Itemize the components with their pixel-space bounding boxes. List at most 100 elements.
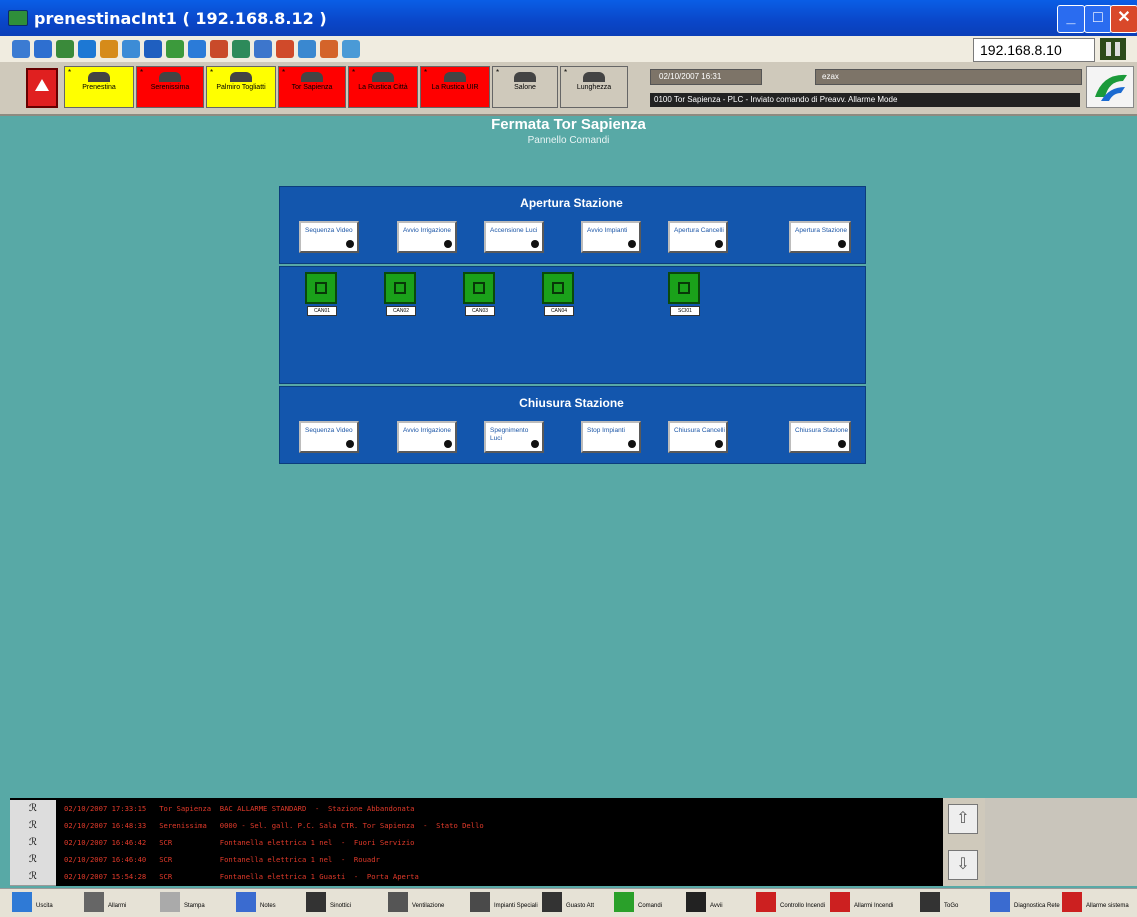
window-titlebar[interactable]: prenestinacInt1 ( 192.168.8.12 ) _ □ ✕ bbox=[0, 0, 1137, 36]
station-button[interactable]: * Palmiro Togliatti bbox=[206, 66, 276, 108]
status-dot-icon bbox=[628, 240, 636, 248]
train-icon bbox=[372, 72, 394, 82]
taskbar-button[interactable]: Avvii bbox=[686, 890, 752, 914]
taskbar-button[interactable]: Diagnostica Rete bbox=[990, 890, 1060, 914]
datetime-display: 02/10/2007 16:31 bbox=[650, 69, 762, 85]
station-label: Lunghezza bbox=[576, 84, 612, 91]
train-icon bbox=[230, 72, 252, 82]
taskbar-icon bbox=[388, 892, 408, 912]
taskbar-label: Allarmi Incendi bbox=[854, 903, 894, 909]
log-row-icon: ℛ bbox=[10, 851, 56, 869]
chiusura-command-button[interactable]: Chiusura Cancelli bbox=[668, 421, 728, 453]
sensor-icon[interactable] bbox=[668, 272, 700, 304]
tool-icon-13[interactable] bbox=[276, 40, 294, 58]
tool-icon-3[interactable] bbox=[56, 40, 74, 58]
pause-button[interactable] bbox=[1100, 38, 1126, 60]
gate-icon[interactable] bbox=[542, 272, 574, 304]
tool-icon-14[interactable] bbox=[298, 40, 316, 58]
alarm-icon[interactable] bbox=[26, 68, 58, 108]
log-row[interactable]: ℛ 02/10/2007 15:54:28 SCR Fontanella elet… bbox=[10, 868, 943, 886]
gate-icon[interactable] bbox=[384, 272, 416, 304]
train-icon bbox=[444, 72, 466, 82]
taskbar-button[interactable]: Allarmi bbox=[84, 890, 156, 914]
tool-icon-5[interactable] bbox=[100, 40, 118, 58]
apertura-command-button[interactable]: Avvio Irrigazione bbox=[397, 221, 457, 253]
taskbar-button[interactable]: Allarme sistema bbox=[1062, 890, 1129, 914]
apertura-command-button[interactable]: Accensione Luci bbox=[484, 221, 544, 253]
taskbar-label: Comandi bbox=[638, 903, 663, 909]
tool-icon-10[interactable] bbox=[210, 40, 228, 58]
log-row[interactable]: ℛ 02/10/2007 16:48:33 Serenissima 0000 - … bbox=[10, 817, 943, 835]
status-dot-icon bbox=[838, 240, 846, 248]
tool-icon-2[interactable] bbox=[34, 40, 52, 58]
gate-icon[interactable] bbox=[463, 272, 495, 304]
command-label: Apertura Stazione bbox=[795, 227, 848, 234]
taskbar-button[interactable]: Sinottici bbox=[306, 890, 384, 914]
log-side-panel bbox=[985, 798, 1137, 886]
apertura-command-button[interactable]: Apertura Stazione bbox=[789, 221, 851, 253]
tool-icon-6[interactable] bbox=[122, 40, 140, 58]
chiusura-command-button[interactable]: Stop Impianti bbox=[581, 421, 641, 453]
station-button[interactable]: * Salone bbox=[492, 66, 558, 108]
star-icon: * bbox=[210, 68, 214, 77]
taskbar-button[interactable]: Allarmi Incendi bbox=[830, 890, 916, 914]
gate-icon[interactable] bbox=[305, 272, 337, 304]
train-icon bbox=[301, 72, 323, 82]
tool-icon-1[interactable] bbox=[12, 40, 30, 58]
tool-icon-15[interactable] bbox=[320, 40, 338, 58]
log-row[interactable]: ℛ 02/10/2007 17:33:15 Tor Sapienza BAC AL… bbox=[10, 800, 943, 818]
taskbar-button[interactable]: Controllo Incendi bbox=[756, 890, 826, 914]
taskbar-button[interactable]: ToGo bbox=[920, 890, 986, 914]
apertura-command-button[interactable]: Avvio Impianti bbox=[581, 221, 641, 253]
taskbar-button[interactable]: Uscita bbox=[12, 890, 80, 914]
station-button[interactable]: * Prenestina bbox=[64, 66, 134, 108]
station-button[interactable]: * Lunghezza bbox=[560, 66, 628, 108]
taskbar-button[interactable]: Ventilazione bbox=[388, 890, 466, 914]
tool-icon-8[interactable] bbox=[166, 40, 184, 58]
chiusura-command-button[interactable]: Avvio Irrigazione bbox=[397, 421, 457, 453]
taskbar-button[interactable]: Notes bbox=[236, 890, 302, 914]
chiusura-command-button[interactable]: Sequenza Video bbox=[299, 421, 359, 453]
apertura-command-button[interactable]: Sequenza Video bbox=[299, 221, 359, 253]
page-title: Fermata Tor Sapienza bbox=[491, 116, 646, 133]
chiusura-command-button[interactable]: Chiusura Stazione bbox=[789, 421, 851, 453]
station-button[interactable]: * Tor Sapienza bbox=[278, 66, 346, 108]
log-row-text: 02/10/2007 16:46:40 SCR Fontanella elett… bbox=[64, 855, 380, 864]
tool-icon-4[interactable] bbox=[78, 40, 96, 58]
tool-icon-11[interactable] bbox=[232, 40, 250, 58]
close-button[interactable]: ✕ bbox=[1110, 5, 1137, 33]
taskbar-icon bbox=[756, 892, 776, 912]
command-label: Accensione Luci bbox=[490, 227, 538, 234]
station-button[interactable]: * La Rustica Città bbox=[348, 66, 418, 108]
taskbar-icon bbox=[1062, 892, 1082, 912]
scroll-up-button[interactable]: ⇧ bbox=[948, 804, 978, 834]
minimize-button[interactable]: _ bbox=[1057, 5, 1085, 33]
device-label: CAN02 bbox=[386, 306, 416, 316]
log-row[interactable]: ℛ 02/10/2007 16:46:42 SCR Fontanella elet… bbox=[10, 834, 943, 852]
tool-icon-9[interactable] bbox=[188, 40, 206, 58]
station-button[interactable]: * La Rustica UIR bbox=[420, 66, 490, 108]
taskbar-button[interactable]: Stampa bbox=[160, 890, 232, 914]
tool-icon-16[interactable] bbox=[342, 40, 360, 58]
scroll-down-button[interactable]: ⇩ bbox=[948, 850, 978, 880]
taskbar-button[interactable]: Guasto Att bbox=[542, 890, 610, 914]
apertura-command-button[interactable]: Apertura Cancelli bbox=[668, 221, 728, 253]
chiusura-command-button[interactable]: Spegnimento Luci bbox=[484, 421, 544, 453]
tool-icon-12[interactable] bbox=[254, 40, 272, 58]
station-button[interactable]: * Serenissima bbox=[136, 66, 204, 108]
log-row[interactable]: ℛ 02/10/2007 16:46:40 SCR Fontanella elet… bbox=[10, 851, 943, 869]
star-icon: * bbox=[496, 68, 500, 77]
taskbar-button[interactable]: Comandi bbox=[614, 890, 682, 914]
train-icon bbox=[583, 72, 605, 82]
device-inner bbox=[678, 282, 690, 294]
status-message: 0100 Tor Sapienza - PLC - Inviato comand… bbox=[650, 93, 1080, 107]
maximize-button[interactable]: □ bbox=[1084, 5, 1112, 33]
ip-address-field[interactable]: 192.168.8.10 bbox=[973, 38, 1095, 62]
taskbar-button[interactable]: Impianti Speciali bbox=[470, 890, 538, 914]
status-dot-icon bbox=[715, 440, 723, 448]
status-dot-icon bbox=[531, 240, 539, 248]
status-dot-icon bbox=[838, 440, 846, 448]
command-label: Sequenza Video bbox=[305, 227, 353, 234]
apertura-title: Apertura Stazione bbox=[520, 196, 623, 210]
tool-icon-7[interactable] bbox=[144, 40, 162, 58]
